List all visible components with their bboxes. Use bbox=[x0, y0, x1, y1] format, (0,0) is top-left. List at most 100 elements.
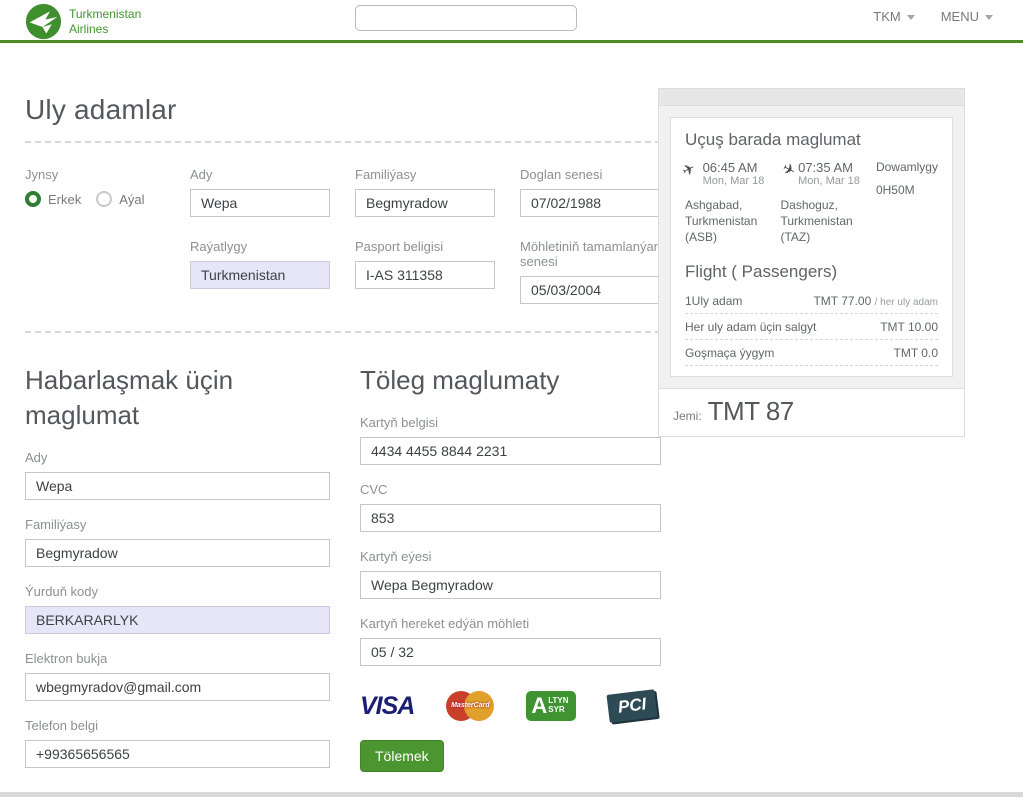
altyn-asyr-icon: A LTYN SYR bbox=[526, 691, 575, 721]
cvc-field[interactable] bbox=[360, 504, 661, 532]
email-label: Elektron bukja bbox=[25, 651, 330, 666]
duration-label: Dowamlygy bbox=[876, 160, 938, 174]
total-panel: Jemi: TMT 87 bbox=[659, 388, 964, 436]
booking-summary-card: Uçuş barada maglumat ✈ 06:45 AM Mon, Mar… bbox=[658, 88, 965, 437]
departure-date: Mon, Mar 18 bbox=[703, 175, 765, 187]
menu-dropdown-label: MENU bbox=[941, 9, 979, 24]
plane-takeoff-icon: ✈ bbox=[680, 161, 703, 189]
passport-expiry-group: Möhletiniň tamamlanýan senesi bbox=[520, 239, 661, 304]
language-dropdown[interactable]: TKM bbox=[873, 9, 914, 24]
departure-place: Ashgabad, Turkmenistan (ASB) bbox=[685, 197, 772, 246]
cvc-group: CVC bbox=[360, 482, 661, 532]
airline-logo[interactable]: Turkmenistan Airlines bbox=[25, 3, 141, 40]
total-label: Jemi: bbox=[673, 409, 702, 423]
duration-value: 0H50M bbox=[876, 183, 938, 197]
departure-leg: ✈ 06:45 AM Mon, Mar 18 Ashgabad, Turkmen… bbox=[685, 160, 772, 246]
departure-time: 06:45 AM bbox=[703, 160, 765, 175]
contact-last-name-label: Familiýasy bbox=[25, 517, 330, 532]
nationality-group: Raýatlygy bbox=[190, 239, 330, 304]
price-row-tax: Her uly adam üçin salgyt TMT 10.00 bbox=[685, 314, 938, 340]
arrival-time: 07:35 AM bbox=[798, 160, 860, 175]
adult-form: Jynsy Erkek Aýal Ady Familiýasy Doglan s… bbox=[25, 167, 661, 304]
cvc-label: CVC bbox=[360, 482, 661, 497]
gender-label: Jynsy bbox=[25, 167, 165, 182]
flight-info-panel: Uçuş barada maglumat ✈ 06:45 AM Mon, Mar… bbox=[670, 117, 953, 377]
country-code-label: Ýurduň kody bbox=[25, 584, 330, 599]
gender-male-radio[interactable] bbox=[25, 191, 41, 207]
email-field[interactable] bbox=[25, 673, 330, 701]
visa-icon: VISA bbox=[360, 692, 414, 721]
price-row-extra-fee: Goşmaça ýygym TMT 0.0 bbox=[685, 340, 938, 366]
card-holder-field[interactable] bbox=[360, 571, 661, 599]
card-holder-label: Kartyň eýesi bbox=[360, 549, 661, 564]
header-nav: TKM MENU bbox=[873, 9, 993, 24]
passport-field[interactable] bbox=[355, 261, 495, 289]
forms-column: Uly adamlar Jynsy Erkek Aýal Ady Familiý… bbox=[25, 46, 661, 772]
card-holder-group: Kartyň eýesi bbox=[360, 549, 661, 599]
arrival-leg: ✈ 07:35 AM Mon, Mar 18 Dashoguz, Turkmen… bbox=[780, 160, 867, 246]
passport-expiry-field[interactable] bbox=[520, 276, 661, 304]
airline-logo-text: Turkmenistan Airlines bbox=[69, 7, 141, 36]
payment-section-title: Töleg maglumaty bbox=[360, 363, 661, 398]
gender-female-radio[interactable] bbox=[96, 191, 112, 207]
summary-card-header-strip bbox=[659, 89, 964, 106]
language-dropdown-label: TKM bbox=[873, 9, 900, 24]
nationality-field[interactable] bbox=[190, 261, 330, 289]
passport-label: Pasport beligisi bbox=[355, 239, 495, 254]
first-name-label: Ady bbox=[190, 167, 330, 182]
first-name-field[interactable] bbox=[190, 189, 330, 217]
card-expiry-group: Kartyň hereket edýän möhleti bbox=[360, 616, 661, 666]
card-number-group: Kartyň belgisi bbox=[360, 415, 661, 465]
menu-dropdown[interactable]: MENU bbox=[941, 9, 993, 24]
email-group: Elektron bukja bbox=[25, 651, 330, 701]
pci-icon: PCI bbox=[606, 689, 657, 723]
phone-field[interactable] bbox=[25, 740, 330, 768]
passengers-title: Flight ( Passengers) bbox=[685, 262, 938, 282]
birth-date-field[interactable] bbox=[520, 189, 661, 217]
card-expiry-field[interactable] bbox=[360, 638, 661, 666]
country-code-field[interactable] bbox=[25, 606, 330, 634]
total-value: TMT 87 bbox=[708, 396, 794, 427]
contact-first-name-field[interactable] bbox=[25, 472, 330, 500]
gender-female-label: Aýal bbox=[119, 192, 144, 207]
pay-button[interactable]: Tölemek bbox=[360, 740, 444, 772]
price-row-fare: 1Uly adam TMT 77.00 / her uly adam bbox=[685, 288, 938, 314]
passport-group: Pasport beligisi bbox=[355, 239, 495, 304]
plane-landing-icon: ✈ bbox=[775, 161, 798, 189]
nationality-label: Raýatlygy bbox=[190, 239, 330, 254]
arrival-date: Mon, Mar 18 bbox=[798, 175, 860, 187]
card-logos: VISA MasterCard A LTYN SYR PCI bbox=[360, 688, 661, 724]
phone-label: Telefon belgi bbox=[25, 718, 330, 733]
dashed-divider bbox=[25, 331, 661, 333]
footer-bar bbox=[0, 792, 1023, 797]
main-content: Uly adamlar Jynsy Erkek Aýal Ady Familiý… bbox=[0, 46, 1023, 797]
contact-last-name-field[interactable] bbox=[25, 539, 330, 567]
header: Turkmenistan Airlines TKM MENU bbox=[0, 0, 1023, 43]
spacer-cell bbox=[25, 239, 165, 304]
card-expiry-label: Kartyň hereket edýän möhleti bbox=[360, 616, 661, 631]
birth-date-group: Doglan senesi bbox=[520, 167, 661, 217]
passport-expiry-label: Möhletiniň tamamlanýan senesi bbox=[520, 239, 661, 269]
country-code-group: Ýurduň kody bbox=[25, 584, 330, 634]
gender-group: Jynsy Erkek Aýal bbox=[25, 167, 165, 217]
contact-section: Habarlaşmak üçin maglumat Ady Familiýasy… bbox=[25, 363, 330, 772]
mastercard-icon: MasterCard bbox=[446, 691, 494, 721]
last-name-group: Familiýasy bbox=[355, 167, 495, 217]
dashed-divider bbox=[25, 141, 661, 143]
airline-bird-icon bbox=[25, 3, 62, 40]
contact-first-name-label: Ady bbox=[25, 450, 330, 465]
search-input[interactable] bbox=[355, 5, 577, 31]
chevron-down-icon bbox=[985, 15, 993, 20]
phone-group: Telefon belgi bbox=[25, 718, 330, 768]
arrival-place: Dashoguz, Turkmenistan (TAZ) bbox=[780, 197, 867, 246]
card-number-field[interactable] bbox=[360, 437, 661, 465]
flight-info-title: Uçuş barada maglumat bbox=[685, 130, 938, 150]
first-name-group: Ady bbox=[190, 167, 330, 217]
contact-first-name-group: Ady bbox=[25, 450, 330, 500]
contact-section-title: Habarlaşmak üçin maglumat bbox=[25, 363, 330, 433]
flight-duration: Dowamlygy 0H50M bbox=[876, 160, 938, 246]
adults-section-title: Uly adamlar bbox=[25, 94, 661, 126]
last-name-field[interactable] bbox=[355, 189, 495, 217]
card-number-label: Kartyň belgisi bbox=[360, 415, 661, 430]
chevron-down-icon bbox=[907, 15, 915, 20]
